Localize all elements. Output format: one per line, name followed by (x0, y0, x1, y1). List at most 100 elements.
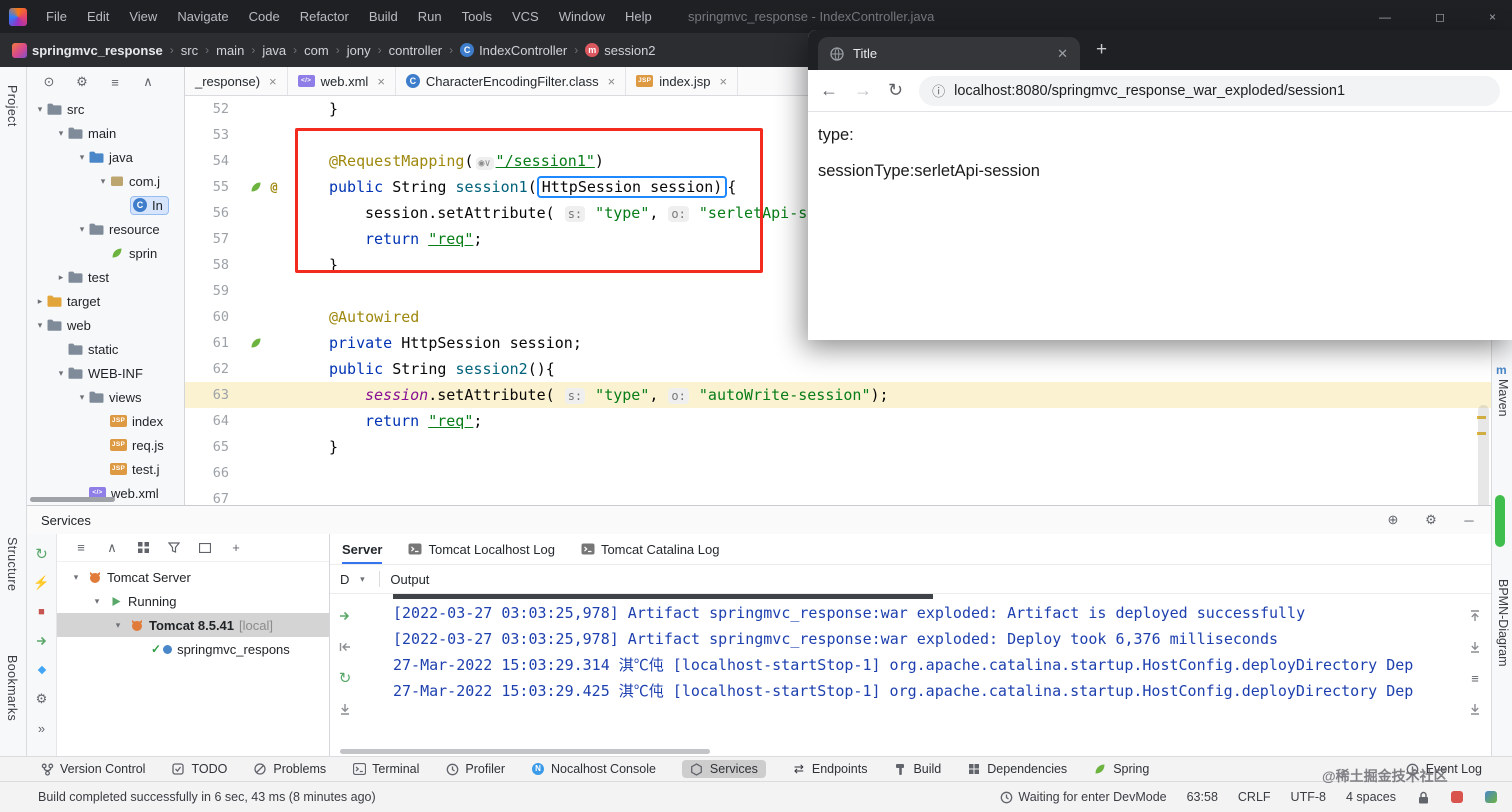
collapse-all-icon[interactable]: ∧ (104, 540, 120, 556)
sidebar-tab-bookmarks[interactable]: Bookmarks (5, 655, 19, 721)
toolwindow-button-problems[interactable]: Problems (253, 762, 326, 776)
menu-refactor[interactable]: Refactor (290, 0, 359, 33)
reload-icon[interactable]: ↻ (888, 80, 903, 101)
sidebar-tab-maven[interactable]: Maven (1496, 379, 1510, 417)
console-hscrollbar-thumb[interactable] (340, 749, 710, 754)
chevron-open-icon[interactable]: ▾ (75, 224, 89, 235)
editor-tab-web-xml[interactable]: </> web.xml × (288, 67, 396, 95)
toolwindow-button-spring[interactable]: Spring (1093, 762, 1149, 776)
status-63-58[interactable]: 63:58 (1187, 790, 1218, 804)
expand-all-icon[interactable]: ≡ (107, 74, 123, 90)
frame-icon[interactable] (197, 540, 213, 556)
toolwindow-button-profiler[interactable]: Profiler (445, 762, 505, 776)
close-tab-icon[interactable]: × (608, 74, 616, 89)
menu-code[interactable]: Code (239, 0, 290, 33)
menu-help[interactable]: Help (615, 0, 662, 33)
restart-icon[interactable]: ↻ (34, 546, 50, 563)
project-tree-item-web-inf[interactable]: ▾ WEB-INF (27, 361, 184, 385)
editor-tab-index-jsp[interactable]: JSP index.jsp × (626, 67, 739, 95)
sidebar-tab-structure[interactable]: Structure (5, 537, 19, 591)
chevron-open-icon[interactable]: ▾ (54, 368, 68, 379)
breadcrumb-session2[interactable]: m session2 (583, 43, 657, 58)
project-tree-item-src[interactable]: ▾ src (27, 97, 184, 121)
target-icon[interactable]: ⊕ (1385, 512, 1401, 528)
status-notification[interactable] (1450, 790, 1464, 804)
deploy-icon[interactable]: ⚡ (33, 575, 49, 591)
editor-scrollbar-thumb[interactable] (1478, 405, 1489, 505)
forward-icon[interactable]: → (854, 80, 872, 101)
menu-view[interactable]: View (119, 0, 167, 33)
project-hscrollbar-thumb[interactable] (30, 497, 115, 502)
menu-run[interactable]: Run (408, 0, 452, 33)
project-tree-item-web[interactable]: ▾ web (27, 313, 184, 337)
chevron-open-icon[interactable]: ▾ (75, 152, 89, 163)
menu-window[interactable]: Window (549, 0, 615, 33)
expand-all-icon[interactable]: ≡ (73, 540, 89, 556)
status-utf-8[interactable]: UTF-8 (1291, 790, 1326, 804)
console-output[interactable]: ↻ [2022-03-27 03:03:25,978] Artifact spr… (330, 594, 1491, 747)
minimize-icon[interactable]: ─ (1461, 512, 1477, 528)
toolwindow-button-version-control[interactable]: Version Control (40, 762, 145, 776)
toolwindow-button-services[interactable]: Services (681, 760, 766, 778)
up-icon[interactable] (1467, 608, 1483, 624)
new-tab-icon[interactable]: + (1096, 39, 1107, 61)
services-tree-item-running[interactable]: ▾ Running (57, 589, 329, 613)
services-tab-tomcat-localhost-log[interactable]: Tomcat Localhost Log (408, 534, 555, 564)
soft-wrap-icon[interactable]: ≡ (1467, 670, 1483, 686)
toolwindow-button-nocalhost-console[interactable]: N Nocalhost Console (531, 762, 656, 776)
scroll-end-icon[interactable] (337, 701, 353, 717)
add-icon[interactable]: + (228, 540, 244, 556)
status-crlf[interactable]: CRLF (1238, 790, 1271, 804)
deployment-dropdown[interactable]: D ▾ (340, 564, 369, 594)
project-tree-item-main[interactable]: ▾ main (27, 121, 184, 145)
project-tree-item-java[interactable]: ▾ java (27, 145, 184, 169)
breadcrumb-com[interactable]: com (302, 43, 331, 58)
back-icon[interactable]: ← (820, 80, 838, 101)
detach-icon[interactable] (337, 639, 353, 655)
services-tab-server[interactable]: Server (342, 534, 382, 564)
project-tree-item-static[interactable]: static (27, 337, 184, 361)
settings-icon[interactable]: ⚙ (1423, 512, 1439, 528)
services-scrollbar-thumb[interactable] (1495, 495, 1505, 547)
rerun-icon[interactable] (337, 608, 353, 624)
chevron-closed-icon[interactable]: ▸ (33, 296, 47, 307)
menu-tools[interactable]: Tools (452, 0, 502, 33)
chevron-open-icon[interactable]: ▾ (90, 596, 104, 607)
close-tab-icon[interactable]: × (720, 74, 728, 89)
close-icon[interactable]: × (1489, 10, 1496, 24)
services-tab-tomcat-catalina-log[interactable]: Tomcat Catalina Log (581, 534, 719, 564)
breadcrumb-indexcontroller[interactable]: C IndexController (458, 43, 569, 58)
settings-icon[interactable]: ⚙ (74, 74, 90, 90)
sidebar-tab-bpmn-diagram[interactable]: BPMN-Diagram (1496, 579, 1510, 667)
minimize-icon[interactable]: — (1379, 10, 1391, 24)
filter-icon[interactable] (166, 540, 182, 556)
project-tree-item-test[interactable]: ▸ test (27, 265, 184, 289)
toolwindow-button-todo[interactable]: TODO (171, 762, 227, 776)
menu-file[interactable]: File (36, 0, 77, 33)
toolwindow-button-terminal[interactable]: Terminal (352, 762, 419, 776)
editor-tab-characterencodingfilter-class[interactable]: C CharacterEncodingFilter.class × (396, 67, 627, 95)
close-tab-icon[interactable]: ✕ (1057, 46, 1068, 62)
breadcrumb-src[interactable]: src (179, 43, 200, 58)
editor-tab-response[interactable]: _response) × (185, 67, 288, 95)
services-tree-item-springmvc-respons[interactable]: ✓ springmvc_respons (57, 637, 329, 661)
maximize-icon[interactable]: ◻ (1435, 10, 1445, 24)
status-lock[interactable] (1416, 790, 1430, 804)
chevron-closed-icon[interactable]: ▸ (54, 272, 68, 283)
menu-navigate[interactable]: Navigate (167, 0, 238, 33)
project-tree-item-test-j[interactable]: JSP test.j (27, 457, 184, 481)
stop-icon[interactable]: ■ (34, 604, 50, 620)
status-4-spaces[interactable]: 4 spaces (1346, 790, 1396, 804)
project-tree-item-com-j[interactable]: ▾ com.j (27, 169, 184, 193)
chevron-open-icon[interactable]: ▾ (33, 320, 47, 331)
project-tree-item-in[interactable]: C In (27, 193, 184, 217)
scroll-end-icon[interactable] (1467, 701, 1483, 717)
chevron-open-icon[interactable]: ▾ (54, 128, 68, 139)
address-bar[interactable]: ⓘ localhost:8080/springmvc_response_war_… (919, 75, 1500, 106)
project-tree-item-sprin[interactable]: sprin (27, 241, 184, 265)
collapse-all-icon[interactable]: ∧ (140, 74, 156, 90)
project-tree-item-target[interactable]: ▸ target (27, 289, 184, 313)
menu-vcs[interactable]: VCS (502, 0, 549, 33)
breadcrumb-controller[interactable]: controller (387, 43, 444, 58)
chevron-open-icon[interactable]: ▾ (69, 572, 83, 583)
